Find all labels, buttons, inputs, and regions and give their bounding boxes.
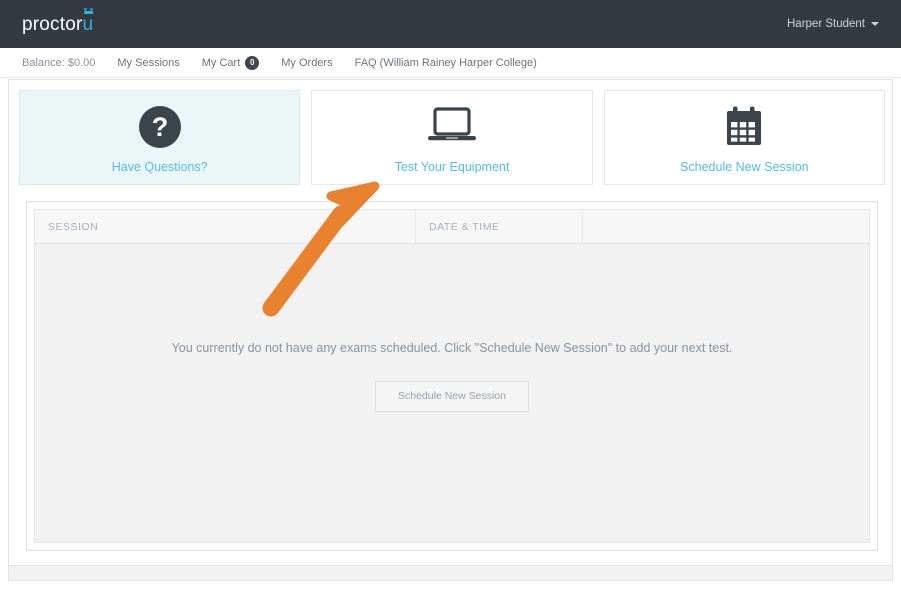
sessions-table: SESSION DATE & TIME You currently do not… bbox=[34, 209, 870, 543]
sessions-table-card: SESSION DATE & TIME You currently do not… bbox=[26, 201, 878, 551]
logo-u-letter: u bbox=[82, 13, 94, 35]
table-column-actions bbox=[583, 210, 869, 243]
table-column-session: SESSION bbox=[35, 210, 416, 243]
nav-my-cart-label: My Cart bbox=[201, 56, 241, 69]
laptop-icon bbox=[424, 103, 480, 151]
question-mark-circle-icon: ? bbox=[138, 103, 182, 151]
proctoru-logo[interactable]: proctor u bbox=[22, 8, 94, 35]
nav-my-sessions[interactable]: My Sessions bbox=[117, 57, 179, 69]
secondary-navigation-bar: Balance: $0.00 My Sessions My Cart 0 My … bbox=[0, 48, 901, 78]
calendar-icon bbox=[721, 103, 767, 151]
main-content-panel: ? Have Questions? Test Your Equipment Sc… bbox=[8, 79, 893, 566]
logo-u-mark: u bbox=[82, 8, 94, 35]
cart-count-badge: 0 bbox=[245, 55, 260, 70]
chevron-down-icon bbox=[871, 22, 879, 26]
nav-faq[interactable]: FAQ (William Rainey Harper College) bbox=[355, 57, 537, 69]
user-account-menu[interactable]: Harper Student bbox=[787, 18, 879, 30]
table-header-row: SESSION DATE & TIME bbox=[35, 210, 869, 244]
svg-text:?: ? bbox=[151, 112, 168, 142]
empty-state-message: You currently do not have any exams sche… bbox=[171, 341, 733, 355]
card-have-questions-label: Have Questions? bbox=[111, 160, 208, 174]
page-footer-band bbox=[8, 566, 893, 581]
nav-my-cart[interactable]: My Cart 0 bbox=[201, 55, 260, 70]
table-empty-state: You currently do not have any exams sche… bbox=[35, 244, 869, 542]
card-test-your-equipment-label: Test Your Equipment bbox=[394, 160, 510, 174]
logo-wordmark: proctor bbox=[22, 13, 83, 35]
card-test-your-equipment[interactable]: Test Your Equipment bbox=[311, 90, 593, 185]
balance-label: Balance: $0.00 bbox=[22, 56, 96, 69]
card-schedule-new-session[interactable]: Schedule New Session bbox=[603, 90, 885, 185]
nav-my-orders[interactable]: My Orders bbox=[281, 57, 332, 69]
top-navigation-bar: proctor u Harper Student bbox=[0, 0, 901, 48]
quick-action-cards: ? Have Questions? Test Your Equipment Sc… bbox=[19, 90, 885, 185]
schedule-new-session-button[interactable]: Schedule New Session bbox=[375, 381, 529, 412]
user-name-label: Harper Student bbox=[787, 18, 865, 30]
card-schedule-new-session-label: Schedule New Session bbox=[680, 160, 809, 174]
table-column-date-time: DATE & TIME bbox=[416, 210, 583, 243]
owl-icon bbox=[83, 8, 94, 14]
card-have-questions[interactable]: ? Have Questions? bbox=[19, 90, 301, 185]
